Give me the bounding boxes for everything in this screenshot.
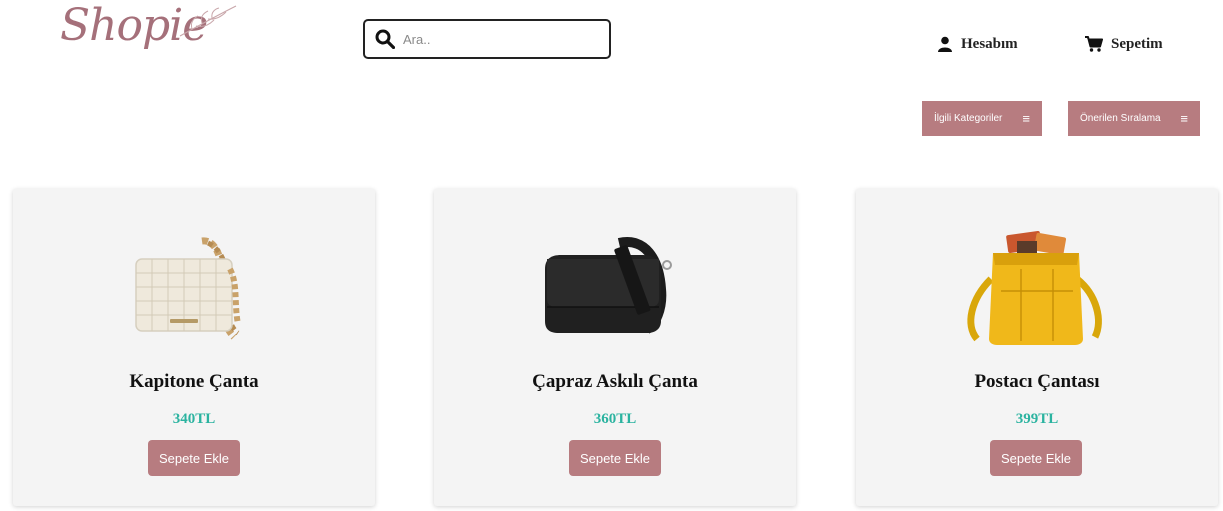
add-to-cart-button[interactable]: Sepete Ekle (148, 440, 240, 476)
search-icon (375, 29, 395, 49)
product-card: Kapitone Çanta 340TL Sepete Ekle (13, 189, 375, 506)
product-name[interactable]: Kapitone Çanta (13, 371, 375, 393)
sort-button[interactable]: Önerilen Sıralama ≡ (1068, 101, 1200, 136)
add-to-cart-button[interactable]: Sepete Ekle (990, 440, 1082, 476)
menu-icon: ≡ (1180, 111, 1188, 126)
logo[interactable]: Shopie (52, 0, 252, 80)
sort-label: Önerilen Sıralama (1080, 113, 1161, 124)
user-icon (938, 36, 952, 52)
cart-link[interactable]: Sepetim (1085, 34, 1163, 54)
crossbody-bag-image[interactable] (535, 229, 695, 349)
product-price: 340TL (172, 411, 216, 427)
messenger-bag-image[interactable] (957, 229, 1117, 349)
add-to-cart-button[interactable]: Sepete Ekle (569, 440, 661, 476)
search-input[interactable] (403, 31, 593, 47)
product-name[interactable]: Postacı Çantası (856, 371, 1218, 393)
product-card: Postacı Çantası 399TL Sepete Ekle (856, 189, 1218, 506)
account-label: Hesabım (961, 35, 1018, 52)
account-link[interactable]: Hesabım (937, 34, 1018, 54)
search-box[interactable] (363, 19, 611, 59)
related-categories-button[interactable]: İlgili Kategoriler ≡ (922, 101, 1042, 136)
leaf-icon (179, 5, 237, 37)
related-categories-label: İlgili Kategoriler (934, 113, 1003, 124)
cart-icon (1085, 36, 1103, 52)
product-name[interactable]: Çapraz Askılı Çanta (434, 371, 796, 393)
quilted-bag-image[interactable] (114, 229, 274, 349)
product-card: Çapraz Askılı Çanta 360TL Sepete Ekle (434, 189, 796, 506)
cart-label: Sepetim (1111, 35, 1163, 52)
product-price: 399TL (1015, 411, 1059, 427)
menu-icon: ≡ (1022, 111, 1030, 126)
product-price: 360TL (593, 411, 637, 427)
